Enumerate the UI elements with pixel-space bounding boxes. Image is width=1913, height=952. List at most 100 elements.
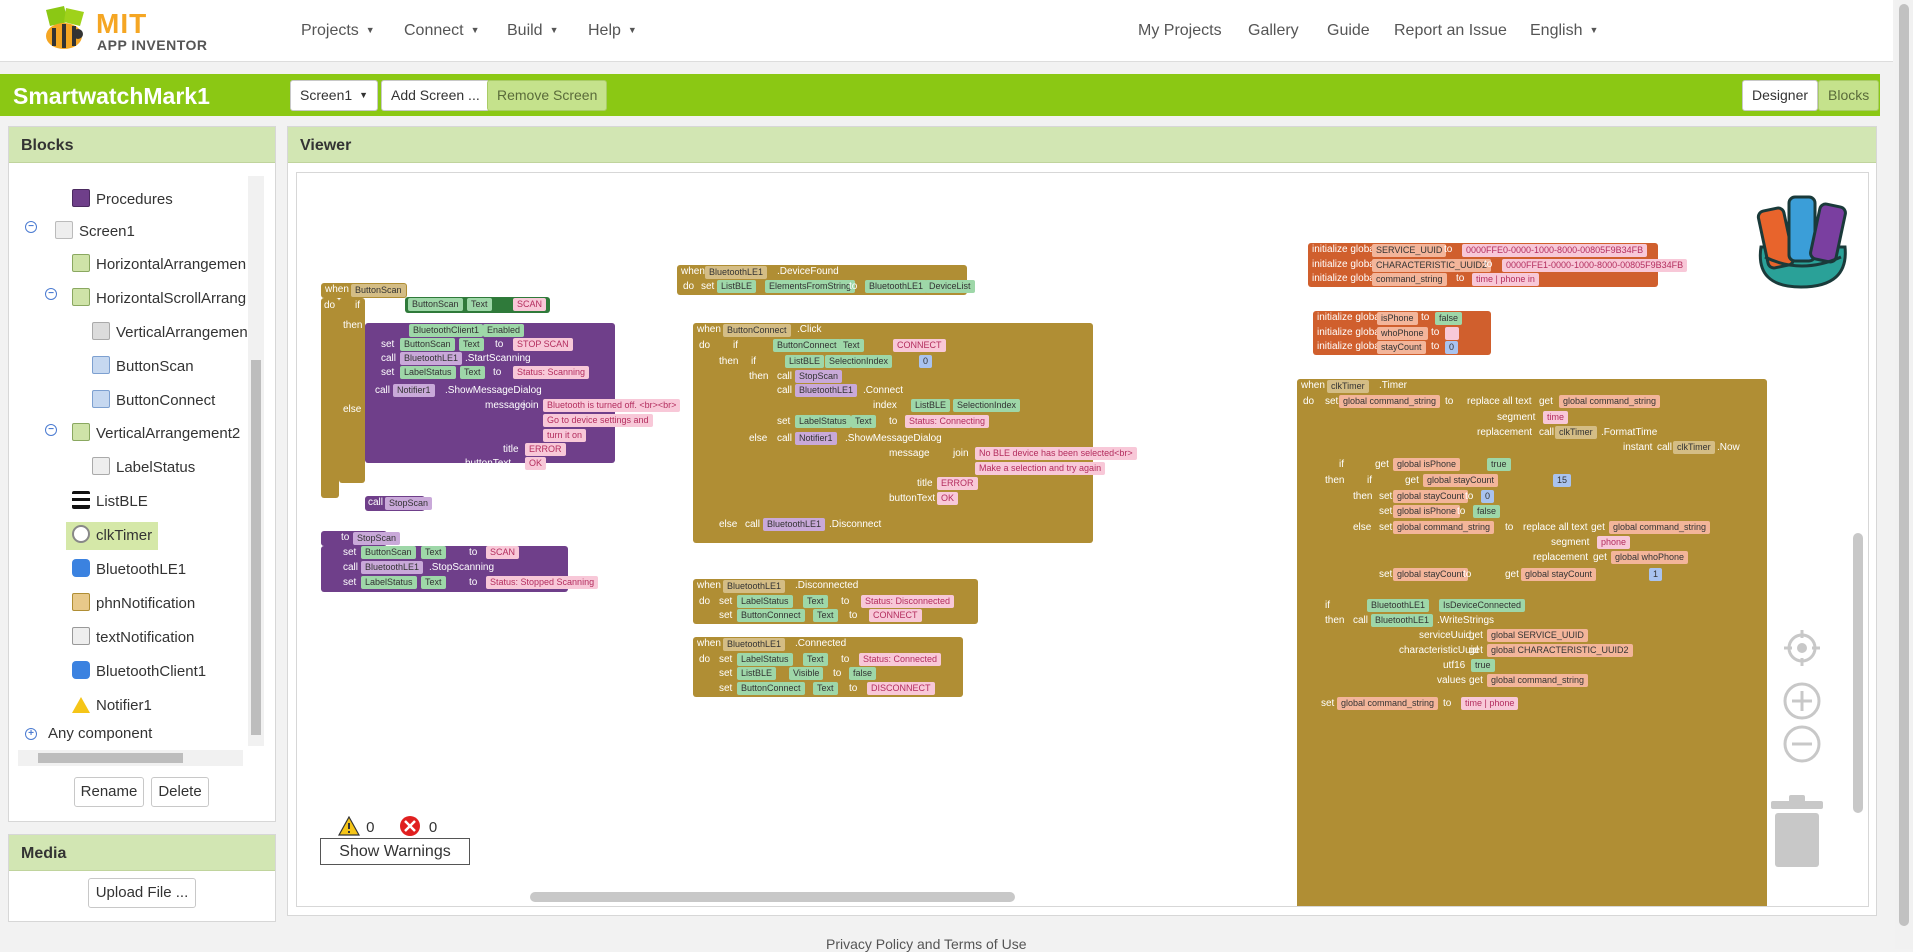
- event-block-buttonscan-click[interactable]: when ButtonScan .Click: [321, 283, 438, 298]
- blocks-tree-vscroll[interactable]: [248, 176, 264, 746]
- app-inventor-logo[interactable]: MIT APP INVENTOR: [38, 4, 208, 56]
- block-string: phone: [1597, 536, 1631, 549]
- block-property: Text: [421, 576, 446, 589]
- tree-bluetooth-client1[interactable]: BluetoothClient1: [72, 658, 206, 686]
- tree-clk-timer[interactable]: clkTimer: [66, 522, 159, 550]
- tree-button-connect[interactable]: ButtonConnect: [92, 387, 215, 415]
- workspace-vscroll[interactable]: [1853, 533, 1863, 813]
- remove-screen-button[interactable]: Remove Screen: [487, 80, 608, 111]
- collapse-screen1-icon[interactable]: −: [25, 221, 37, 233]
- nav-connect[interactable]: Connect ▼: [404, 22, 480, 40]
- backpack-icon[interactable]: [1745, 187, 1857, 291]
- global-init-blocks-1[interactable]: initialize global SERVICE_UUID to 0000FF…: [1308, 243, 1688, 287]
- blocks-button[interactable]: Blocks: [1818, 80, 1880, 111]
- nested-if-block[interactable]: BluetoothClient1 Enabled set ButtonScan …: [365, 323, 681, 470]
- scroll-thumb[interactable]: [251, 360, 261, 735]
- block-procedure: StopScan: [385, 497, 433, 510]
- tree-horizontal-scroll-arrangement[interactable]: HorizontalScrollArrang: [72, 285, 246, 313]
- nav-projects[interactable]: Projects ▼: [301, 22, 375, 40]
- condition-block[interactable]: ButtonScan Text SCAN: [405, 297, 550, 313]
- event-block-disconnected[interactable]: when BluetoothLE1 .Disconnected do set L…: [693, 579, 978, 624]
- tree-list-ble[interactable]: ListBLE: [72, 488, 148, 516]
- nav-language[interactable]: English ▼: [1530, 22, 1598, 40]
- nav-report-issue[interactable]: Report an Issue: [1394, 22, 1507, 40]
- warning-icon: [337, 815, 361, 836]
- trash-icon[interactable]: [1767, 795, 1827, 869]
- block-param: buttonText: [465, 458, 512, 469]
- block-keyword: set: [719, 683, 733, 694]
- tree-notifier1[interactable]: Notifier1: [72, 692, 152, 720]
- tree-bluetooth-le1[interactable]: BluetoothLE1: [72, 556, 186, 584]
- tree-text-notification[interactable]: textNotification: [72, 624, 194, 652]
- tree-phn-notification[interactable]: phnNotification: [72, 590, 195, 618]
- designer-button[interactable]: Designer: [1742, 80, 1819, 111]
- block-component: ButtonConnect: [737, 609, 805, 622]
- block-function: replace all text: [1523, 522, 1588, 533]
- delete-button[interactable]: Delete: [151, 777, 209, 807]
- recenter-icon[interactable]: [1782, 628, 1822, 668]
- expand-any-component-icon[interactable]: +: [25, 728, 37, 740]
- block-variable: CHARACTERISTIC_UUID2: [1372, 259, 1492, 272]
- block-component: clkTimer: [1673, 441, 1715, 454]
- tree-screen1[interactable]: Screen1: [55, 218, 135, 246]
- nav-guide[interactable]: Guide: [1327, 22, 1370, 40]
- block-method: .StartScanning: [465, 353, 531, 364]
- tree-procedures[interactable]: Procedures: [72, 186, 173, 214]
- nav-build[interactable]: Build ▼: [507, 22, 559, 40]
- nav-my-projects[interactable]: My Projects: [1138, 22, 1222, 40]
- tree-any-component[interactable]: Any component: [48, 720, 152, 746]
- collapse-varrangement2-icon[interactable]: −: [45, 424, 57, 436]
- viewer-panel-title: Viewer: [288, 127, 1876, 163]
- block-keyword: set: [343, 577, 357, 588]
- global-init-blocks-2[interactable]: initialize global isPhone to false initi…: [1313, 311, 1491, 355]
- nav-help[interactable]: Help ▼: [588, 22, 637, 40]
- upload-file-button[interactable]: Upload File ...: [88, 878, 196, 908]
- event-block-devicefound[interactable]: when BluetoothLE1 .DeviceFound do set Li…: [677, 265, 975, 295]
- tree-button-scan[interactable]: ButtonScan: [92, 353, 194, 381]
- block-keyword: call: [745, 519, 761, 530]
- if-block[interactable]: if then else: [339, 298, 365, 483]
- screen-select[interactable]: Screen1 ▼: [290, 80, 379, 111]
- screen-icon: [55, 221, 73, 239]
- add-screen-button[interactable]: Add Screen ...: [381, 80, 490, 111]
- tree-vertical-arrangement[interactable]: VerticalArrangemen: [92, 319, 248, 347]
- call-stopscan-block[interactable]: call StopScan: [365, 496, 433, 511]
- event-block-connected[interactable]: when BluetoothLE1 .Connected do set Labe…: [693, 637, 963, 697]
- logo-subtitle: APP INVENTOR: [97, 37, 208, 53]
- block-string: Bluetooth is turned off. <br><br>: [543, 399, 681, 412]
- zoom-out-icon[interactable]: [1782, 724, 1822, 764]
- block-param: message: [889, 448, 930, 459]
- blocks-tree-hscroll[interactable]: [18, 750, 243, 766]
- block-keyword: get: [1593, 552, 1607, 563]
- show-warnings-button[interactable]: Show Warnings: [320, 838, 470, 865]
- zoom-in-icon[interactable]: [1782, 681, 1822, 721]
- blocks-workspace[interactable]: when ButtonScan .Click do if then else B…: [296, 172, 1869, 907]
- procedure-block-stopscan[interactable]: to StopScan: [321, 531, 401, 546]
- block-property: Text: [813, 609, 838, 622]
- footer-link[interactable]: Privacy Policy and Terms of Use: [826, 936, 1026, 952]
- bee-logo-icon: [46, 6, 84, 49]
- scroll-thumb[interactable]: [1899, 4, 1909, 926]
- block-keyword: call: [1657, 442, 1673, 453]
- tree-vertical-arrangement2[interactable]: VerticalArrangement2: [72, 420, 240, 448]
- nav-gallery[interactable]: Gallery: [1248, 22, 1299, 40]
- scroll-thumb[interactable]: [38, 753, 183, 763]
- tree-horizontal-arrangement[interactable]: HorizontalArrangemen: [72, 251, 246, 279]
- workspace-hscroll[interactable]: [530, 892, 1015, 902]
- collapse-hscroll-icon[interactable]: −: [45, 288, 57, 300]
- page-vscroll[interactable]: [1895, 0, 1913, 949]
- block-keyword: initialize global: [1312, 273, 1378, 284]
- rename-button[interactable]: Rename: [74, 777, 144, 807]
- blocks-tree: Procedures − Screen1 HorizontalArrangeme…: [12, 176, 252, 746]
- event-block-buttonconnect-click[interactable]: when ButtonConnect .Click do if ButtonCo…: [693, 323, 1137, 543]
- block-keyword: set: [719, 654, 733, 665]
- event-block-clktimer[interactable]: when clkTimer .Timer do set global comma…: [1297, 379, 1767, 906]
- tree-label-status[interactable]: LabelStatus: [92, 454, 195, 482]
- block-procedure: StopScan: [795, 370, 843, 383]
- block-property: SelectionIndex: [825, 355, 893, 368]
- block-keyword: initialize global: [1312, 244, 1378, 255]
- block-property: Text: [803, 653, 828, 666]
- bluetooth-icon: [72, 559, 90, 577]
- block-keyword: do: [324, 300, 336, 311]
- block-string: OK: [525, 457, 547, 470]
